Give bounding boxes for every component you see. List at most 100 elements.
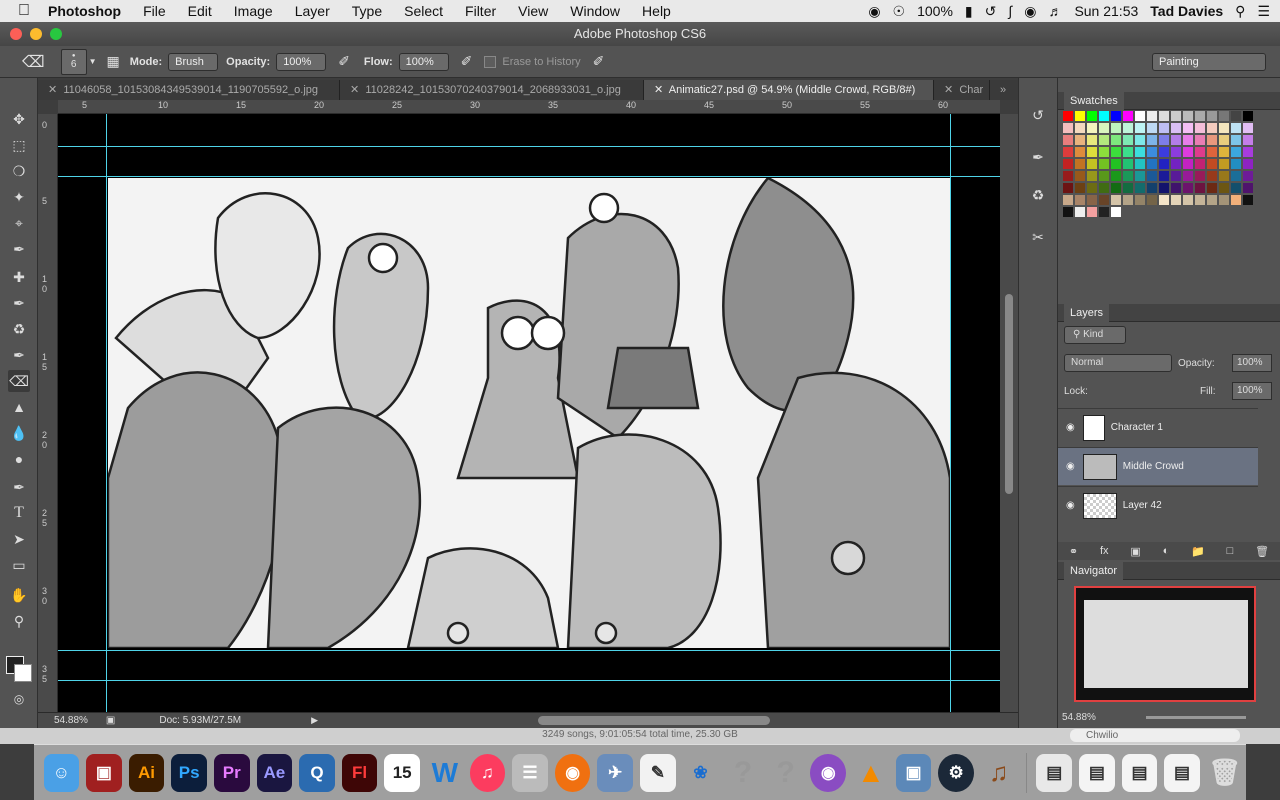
clone-source-icon[interactable]: ♻	[1027, 184, 1049, 206]
color-swatch[interactable]	[1074, 146, 1086, 158]
tab-close-icon[interactable]: ✕	[654, 84, 663, 96]
color-swatch[interactable]	[1122, 194, 1134, 206]
color-swatch[interactable]	[1110, 122, 1122, 134]
menu-edit[interactable]: Edit	[188, 3, 212, 19]
color-swatch[interactable]	[1218, 146, 1230, 158]
marquee-tool-icon[interactable]: ⬚	[8, 134, 30, 156]
layer-row[interactable]: ◉ Middle Crowd	[1058, 447, 1258, 485]
color-swatch[interactable]	[1158, 134, 1170, 146]
healing-brush-tool-icon[interactable]: ✚	[8, 266, 30, 288]
quick-mask-icon[interactable]: ◎	[8, 688, 30, 710]
brush-presets-icon[interactable]: ✒	[1027, 146, 1049, 168]
unknown-app-icon[interactable]: ?	[725, 754, 761, 792]
erase-history-checkbox[interactable]	[484, 55, 497, 68]
color-swatch[interactable]	[1218, 110, 1230, 122]
color-swatch[interactable]	[1170, 122, 1182, 134]
layer-row[interactable]: ◉ Layer 42	[1058, 486, 1258, 524]
color-swatch[interactable]	[1242, 158, 1254, 170]
color-swatch[interactable]	[1182, 122, 1194, 134]
navigator-zoom[interactable]: 54.88%	[1062, 712, 1096, 723]
firefox-icon[interactable]: ◉	[554, 753, 591, 792]
color-swatch[interactable]	[1242, 122, 1254, 134]
color-swatch[interactable]	[1146, 122, 1158, 134]
dodge-tool-icon[interactable]: ●	[8, 448, 30, 470]
color-swatch[interactable]	[1230, 182, 1242, 194]
color-swatch[interactable]	[1158, 158, 1170, 170]
menu-window[interactable]: Window	[570, 3, 620, 19]
tabs-overflow-icon[interactable]: »	[990, 80, 1016, 100]
guide-line[interactable]	[58, 650, 1000, 651]
color-swatch[interactable]	[1098, 182, 1110, 194]
color-swatch[interactable]	[1086, 194, 1098, 206]
time-machine-icon[interactable]: ↺	[985, 3, 997, 20]
workspace-select[interactable]: Painting	[1152, 52, 1266, 71]
rectangle-tool-icon[interactable]: ▭	[8, 554, 30, 576]
color-swatch[interactable]	[1098, 134, 1110, 146]
dock-document-icon-4[interactable]: ▤	[1164, 753, 1200, 792]
tab-document-1[interactable]: ✕ 11046058_10153084349539014_1190705592_…	[38, 80, 340, 100]
brush-panel-toggle-icon[interactable]: ▦	[107, 53, 120, 70]
tab-document-4[interactable]: ✕ Char	[934, 80, 990, 100]
color-swatch[interactable]	[1086, 182, 1098, 194]
crowd-sketch-artwork[interactable]	[108, 178, 950, 648]
add-mask-icon[interactable]: ▣	[1130, 545, 1140, 558]
butterfly-app-icon[interactable]: ❀	[683, 754, 719, 792]
flash-icon[interactable]: Fl	[341, 753, 378, 792]
paint-bucket-tool-icon[interactable]: ▲	[8, 396, 30, 418]
color-swatch[interactable]	[1218, 122, 1230, 134]
color-swatch[interactable]	[1206, 146, 1218, 158]
color-swatch[interactable]	[1110, 134, 1122, 146]
brush-tool-icon[interactable]: ✒	[8, 292, 30, 314]
color-swatch[interactable]	[1086, 122, 1098, 134]
color-swatch[interactable]	[1098, 122, 1110, 134]
new-group-icon[interactable]: 📁	[1191, 545, 1205, 558]
close-window-button[interactable]	[10, 28, 22, 40]
battery-icon[interactable]: ▮	[965, 3, 973, 20]
color-swatch[interactable]	[1218, 194, 1230, 206]
new-layer-icon[interactable]: □	[1227, 545, 1234, 557]
brush-dropdown-arrow-icon[interactable]: ▼	[89, 57, 97, 66]
color-swatch[interactable]	[1062, 158, 1074, 170]
photo-booth-icon[interactable]: ▣	[86, 753, 122, 792]
pressure-opacity-icon[interactable]: ✐	[338, 53, 350, 70]
preview-icon[interactable]: ✈	[597, 753, 634, 792]
color-swatch[interactable]	[1074, 158, 1086, 170]
adjustment-layer-icon[interactable]: ◐	[1163, 545, 1170, 557]
bluetooth-icon[interactable]: ∫	[1008, 3, 1012, 19]
hand-tool-icon[interactable]: ✋	[8, 584, 30, 606]
guide-line[interactable]	[58, 146, 1000, 147]
color-swatch[interactable]	[1062, 110, 1074, 122]
pressure-size-icon[interactable]: ✐	[593, 53, 605, 70]
menu-app-name[interactable]: Photoshop	[48, 3, 121, 19]
guide-line[interactable]	[58, 680, 1000, 681]
color-swatch[interactable]	[1194, 122, 1206, 134]
color-swatch[interactable]	[1110, 110, 1122, 122]
color-swatch[interactable]	[1098, 206, 1110, 218]
illustrator-icon[interactable]: Ai	[128, 753, 165, 792]
tab-document-2[interactable]: ✕ 11028242_10153070240379014_2068933031_…	[340, 80, 644, 100]
color-swatch[interactable]	[1146, 170, 1158, 182]
color-swatch[interactable]	[1098, 146, 1110, 158]
path-selection-tool-icon[interactable]: ➤	[8, 528, 30, 550]
apple-icon[interactable]: 	[18, 3, 34, 19]
swatches-tab[interactable]: Swatches	[1064, 91, 1124, 110]
unknown-app-icon-2[interactable]: ?	[768, 754, 804, 792]
color-swatch[interactable]	[1230, 194, 1242, 206]
tab-close-icon[interactable]: ✕	[944, 84, 953, 96]
tool-presets-icon[interactable]: ✂	[1027, 226, 1049, 248]
clock[interactable]: Sun 21:53	[1074, 3, 1138, 19]
color-swatch[interactable]	[1110, 170, 1122, 182]
color-swatch[interactable]	[1170, 194, 1182, 206]
clone-stamp-tool-icon[interactable]: ♻	[8, 318, 30, 340]
navigator-tab[interactable]: Navigator	[1064, 561, 1124, 580]
menu-file[interactable]: File	[143, 3, 166, 19]
color-swatch[interactable]	[1194, 110, 1206, 122]
move-tool-icon[interactable]: ✥	[8, 108, 30, 130]
quicktime-icon[interactable]: Q	[299, 753, 335, 792]
dock-document-icon-3[interactable]: ▤	[1121, 753, 1158, 792]
user-name[interactable]: Tad Davies	[1150, 3, 1223, 19]
opacity-field[interactable]: 100%	[276, 52, 327, 71]
tab-document-active[interactable]: ✕ Animatic27.psd @ 54.9% (Middle Crowd, …	[644, 80, 934, 100]
color-swatch[interactable]	[1074, 122, 1086, 134]
color-swatch[interactable]	[1134, 146, 1146, 158]
